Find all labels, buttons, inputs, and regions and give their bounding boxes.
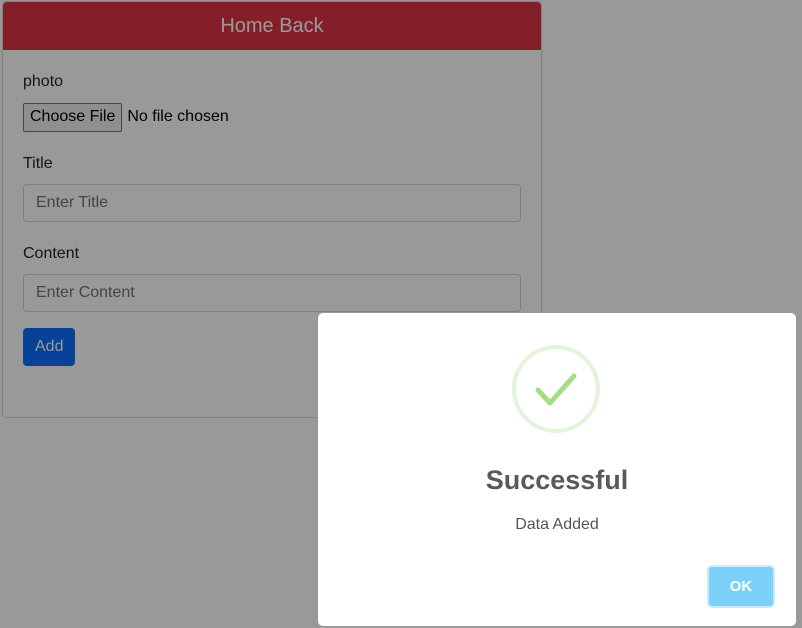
alert-title: Successful bbox=[485, 465, 629, 495]
success-alert-modal: Successful Data Added OK bbox=[318, 313, 796, 626]
success-check-icon bbox=[512, 345, 600, 433]
ok-button[interactable]: OK bbox=[707, 565, 775, 608]
alert-message: Data Added bbox=[515, 516, 599, 533]
